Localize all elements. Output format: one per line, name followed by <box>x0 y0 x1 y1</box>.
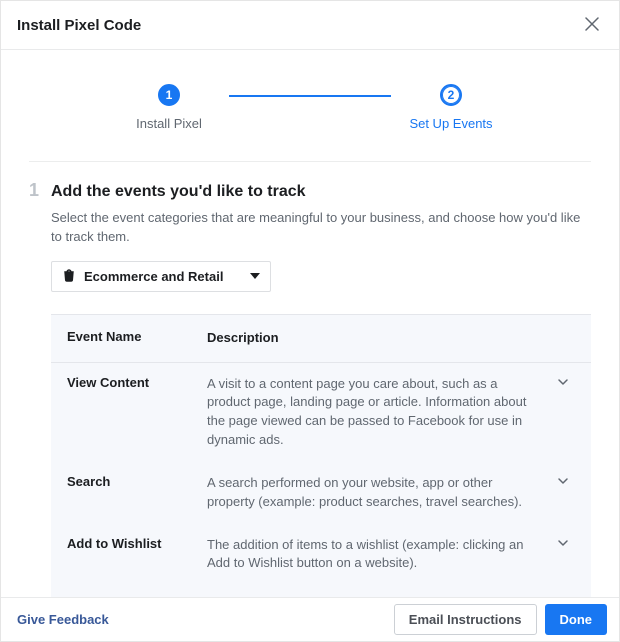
section-number: 1 <box>29 180 51 201</box>
event-description: The addition of items to a wishlist (exa… <box>207 536 551 574</box>
event-row: Add to CartThe addition of an item to a … <box>51 585 591 597</box>
step-circle-2: 2 <box>440 84 462 106</box>
event-description: A search performed on your website, app … <box>207 474 551 512</box>
close-button[interactable] <box>581 14 603 36</box>
events-table: Event Name Description View ContentA vis… <box>51 314 591 597</box>
section-description: Select the event categories that are mea… <box>51 209 591 247</box>
dialog-body: 1 Install Pixel 2 Set Up Events 1 Add th… <box>1 50 619 597</box>
section-heading: 1 Add the events you'd like to track <box>29 180 591 201</box>
event-row: View ContentA visit to a content page yo… <box>51 363 591 462</box>
section-title: Add the events you'd like to track <box>51 183 306 201</box>
event-row: SearchA search performed on your website… <box>51 462 591 524</box>
step-circle-1: 1 <box>158 84 180 106</box>
expand-chevron-icon[interactable] <box>556 375 570 392</box>
step-connector <box>229 95 391 97</box>
header-description: Description <box>207 329 551 348</box>
give-feedback-link[interactable]: Give Feedback <box>17 612 109 627</box>
event-name: Search <box>67 474 207 512</box>
progress-stepper: 1 Install Pixel 2 Set Up Events <box>29 84 591 162</box>
event-name: View Content <box>67 375 207 450</box>
shopping-bag-icon <box>62 268 76 285</box>
step-install-pixel[interactable]: 1 Install Pixel <box>109 84 229 131</box>
chevron-down-icon <box>250 273 260 279</box>
expand-chevron-icon[interactable] <box>556 474 570 491</box>
category-selected-label: Ecommerce and Retail <box>84 269 223 284</box>
event-name: Add to Wishlist <box>67 536 207 574</box>
step-label-1: Install Pixel <box>136 116 202 131</box>
done-button[interactable]: Done <box>545 604 608 635</box>
category-dropdown[interactable]: Ecommerce and Retail <box>51 261 271 292</box>
expand-chevron-icon[interactable] <box>556 536 570 553</box>
step-set-up-events[interactable]: 2 Set Up Events <box>391 84 511 131</box>
header-event-name: Event Name <box>67 329 207 348</box>
email-instructions-button[interactable]: Email Instructions <box>394 604 537 635</box>
event-description: A visit to a content page you care about… <box>207 375 551 450</box>
dialog-header: Install Pixel Code <box>1 1 619 50</box>
close-icon <box>585 17 599 31</box>
dialog-footer: Give Feedback Email Instructions Done <box>1 597 619 641</box>
event-row: Add to WishlistThe addition of items to … <box>51 524 591 586</box>
dialog-title: Install Pixel Code <box>17 17 141 34</box>
events-table-header: Event Name Description <box>51 315 591 363</box>
step-label-2: Set Up Events <box>409 116 492 131</box>
